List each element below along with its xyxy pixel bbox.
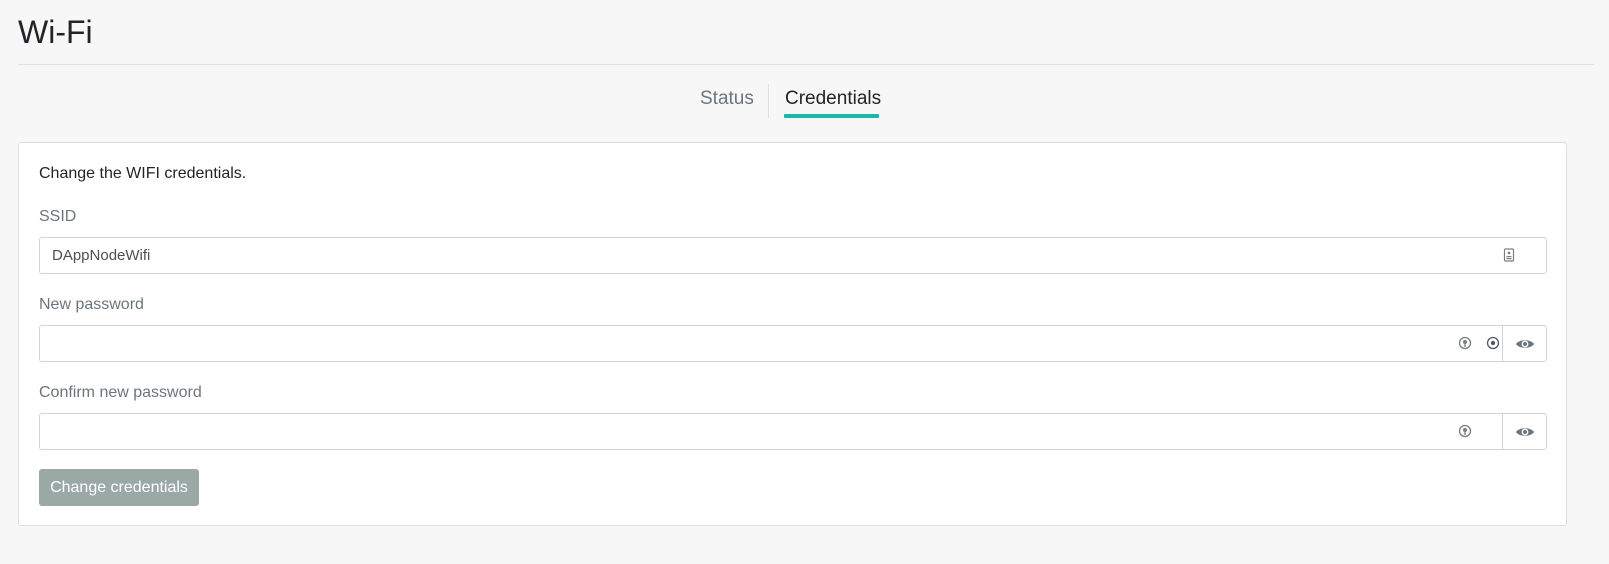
confirm-password-label: Confirm new password bbox=[39, 384, 202, 401]
password-manager-icon[interactable] bbox=[1458, 424, 1472, 438]
tab-credentials[interactable]: Credentials bbox=[785, 88, 881, 110]
toggle-new-password-visibility-button[interactable] bbox=[1502, 326, 1546, 361]
title-divider bbox=[18, 64, 1594, 65]
form-intro: Change the WIFI credentials. bbox=[39, 165, 247, 182]
wifi-page: Wi-Fi Status Credentials Change the WIFI… bbox=[0, 0, 1609, 564]
key-icon[interactable] bbox=[1486, 336, 1500, 350]
toggle-confirm-password-visibility-button[interactable] bbox=[1502, 414, 1546, 449]
new-password-label: New password bbox=[39, 296, 144, 313]
confirm-password-field-wrapper bbox=[39, 413, 1547, 450]
page-title: Wi-Fi bbox=[18, 14, 93, 50]
ssid-field-wrapper bbox=[39, 237, 1547, 274]
eye-icon bbox=[1515, 427, 1534, 436]
active-tab-indicator bbox=[784, 114, 879, 118]
ssid-label: SSID bbox=[39, 208, 77, 225]
new-password-input[interactable] bbox=[40, 326, 1440, 361]
ssid-input[interactable] bbox=[40, 238, 1490, 273]
tab-divider bbox=[768, 84, 769, 118]
credentials-card: Change the WIFI credentials. SSID New pa… bbox=[18, 142, 1567, 526]
contact-card-icon[interactable] bbox=[1502, 248, 1516, 262]
tab-bar: Status Credentials bbox=[0, 84, 1609, 120]
change-credentials-button[interactable]: Change credentials bbox=[39, 469, 199, 506]
password-manager-icon[interactable] bbox=[1458, 336, 1472, 350]
tab-status[interactable]: Status bbox=[700, 88, 754, 110]
confirm-password-input[interactable] bbox=[40, 414, 1440, 449]
new-password-field-wrapper bbox=[39, 325, 1547, 362]
eye-icon bbox=[1515, 339, 1534, 348]
